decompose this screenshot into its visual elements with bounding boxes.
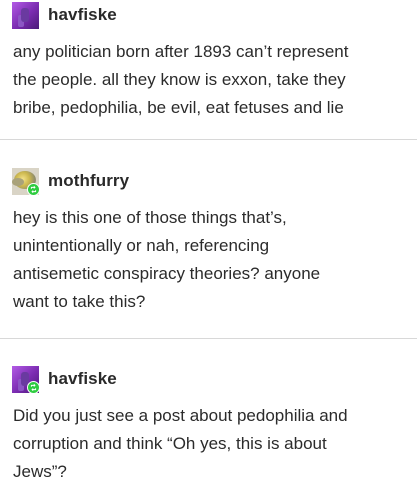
post-header: havfiske <box>12 364 117 394</box>
post-body: hey is this one of those things that’s, … <box>13 204 413 316</box>
avatar[interactable] <box>12 1 39 29</box>
post-text-line: unintentionally or nah, referencing <box>13 236 270 255</box>
post-text-line: corruption and think “Oh yes, this is ab… <box>13 434 327 453</box>
reblog-badge-icon <box>27 380 39 393</box>
post-header: mothfurry <box>12 166 129 196</box>
avatar-figure <box>21 7 29 22</box>
post-text-line: hey is this one of those things that’s, <box>13 208 287 227</box>
post-text-line: the people. all they know is exxon, take… <box>13 70 346 89</box>
post-text-line: Jews”? <box>13 462 67 481</box>
post-divider <box>0 338 417 339</box>
username[interactable]: mothfurry <box>48 171 129 191</box>
avatar[interactable] <box>12 167 39 195</box>
post-header: havfiske <box>12 0 117 30</box>
post-text-line: want to take this? <box>13 292 146 311</box>
avatar[interactable] <box>12 365 39 393</box>
username[interactable]: havfiske <box>48 5 117 25</box>
post-body: Did you just see a post about pedophilia… <box>13 402 413 486</box>
username[interactable]: havfiske <box>48 369 117 389</box>
post-body: any politician born after 1893 can’t rep… <box>13 38 413 122</box>
post-text-line: antisemetic conspiracy theories? anyone <box>13 264 321 283</box>
post-divider <box>0 139 417 140</box>
avatar-wing <box>12 177 24 186</box>
post-text-line: bribe, pedophilia, be evil, eat fetuses … <box>13 98 344 117</box>
reblog-badge-icon <box>27 182 39 195</box>
post-text-line: Did you just see a post about pedophilia… <box>13 406 348 425</box>
post-text-line: any politician born after 1893 can’t rep… <box>13 42 349 61</box>
